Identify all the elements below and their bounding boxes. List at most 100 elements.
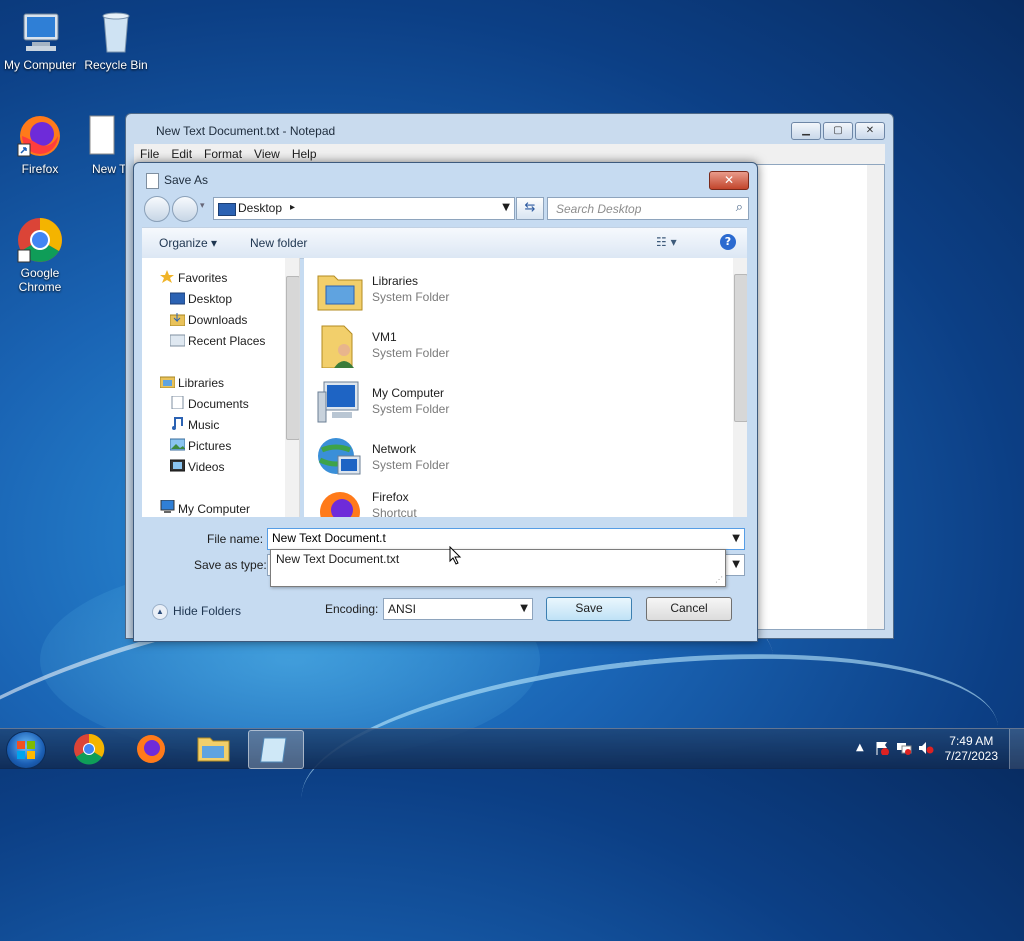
- nav-favorites[interactable]: Favorites: [178, 271, 227, 285]
- cancel-button[interactable]: Cancel: [646, 597, 732, 621]
- computer-icon: [16, 8, 64, 56]
- chevron-down-icon: ▼: [520, 603, 528, 614]
- star-icon: [160, 270, 174, 283]
- firefox-icon: [320, 492, 360, 517]
- help-icon[interactable]: ?: [720, 234, 736, 250]
- menu-view[interactable]: View: [248, 144, 286, 161]
- recent-places-icon: [170, 334, 185, 347]
- search-icon: ⌕: [735, 200, 743, 215]
- desktop-icon-firefox[interactable]: Firefox: [0, 112, 80, 176]
- menu-format[interactable]: Format: [198, 144, 248, 161]
- nav-pictures[interactable]: Pictures: [188, 439, 231, 453]
- menu-edit[interactable]: Edit: [165, 144, 198, 161]
- nav-downloads[interactable]: Downloads: [188, 313, 247, 327]
- firefox-icon: [137, 735, 165, 763]
- save-as-type-label: Save as type:: [194, 558, 267, 572]
- chevron-down-icon[interactable]: ▼: [732, 559, 740, 570]
- taskbar-chrome[interactable]: [62, 730, 116, 767]
- notepad-icon: [146, 173, 159, 189]
- new-folder-button[interactable]: New folder: [250, 236, 307, 250]
- resize-grip-icon[interactable]: ⋰: [715, 575, 723, 584]
- nav-documents[interactable]: Documents: [188, 397, 249, 411]
- address-text: Desktop: [238, 201, 283, 215]
- file-list: Libraries System Folder VM1 System Folde…: [304, 258, 747, 517]
- nav-music[interactable]: Music: [188, 418, 219, 432]
- organize-button[interactable]: Organize ▾: [159, 236, 217, 250]
- start-button[interactable]: [6, 731, 46, 769]
- file-item-vm1[interactable]: VM1 System Folder: [316, 322, 696, 372]
- show-hidden-icons-button[interactable]: ▲: [856, 742, 864, 753]
- action-center-icon[interactable]: [874, 741, 890, 755]
- nav-libraries[interactable]: Libraries: [178, 376, 224, 390]
- save-button[interactable]: Save: [546, 597, 632, 621]
- downloads-icon: [170, 313, 185, 326]
- breadcrumb-arrow-icon[interactable]: ▸: [290, 202, 295, 213]
- desktop-icon: [170, 292, 185, 305]
- forward-button[interactable]: [172, 196, 198, 222]
- file-name-label: File name:: [207, 532, 264, 546]
- taskbar-firefox[interactable]: [124, 730, 178, 767]
- show-desktop-button[interactable]: [1009, 729, 1024, 769]
- system-tray: ▲ 7:49 AM 7/27/2023: [844, 729, 1024, 769]
- recycle-bin-icon: [92, 8, 140, 56]
- close-button[interactable]: ✕: [709, 171, 749, 190]
- mouse-cursor-icon: [449, 546, 462, 565]
- search-placeholder: Search Desktop: [556, 202, 642, 216]
- desktop-icon-my-computer[interactable]: My Computer: [0, 8, 80, 72]
- hide-folders-button[interactable]: ▲ Hide Folders: [152, 604, 241, 620]
- file-item-network[interactable]: Network System Folder: [316, 434, 696, 484]
- file-item-libraries[interactable]: Libraries System Folder: [316, 266, 696, 316]
- nav-my-computer[interactable]: My Computer: [178, 502, 250, 516]
- file-list-scrollbar[interactable]: [733, 258, 747, 517]
- change-view-button[interactable]: ☷ ▾: [656, 235, 677, 249]
- libraries-icon: [160, 376, 175, 388]
- scroll-thumb[interactable]: [286, 276, 299, 440]
- notepad-title: New Text Document.txt - Notepad: [156, 124, 336, 138]
- notepad-scrollbar[interactable]: [867, 165, 884, 629]
- firefox-icon: [16, 112, 64, 160]
- taskbar: ▲ 7:49 AM 7/27/2023: [0, 728, 1024, 769]
- nav-videos[interactable]: Videos: [188, 460, 224, 474]
- scroll-thumb[interactable]: [734, 274, 747, 422]
- windows-logo-icon: [17, 741, 35, 759]
- file-name-input[interactable]: [268, 529, 716, 547]
- address-bar[interactable]: Desktop ▸ ▼: [213, 197, 515, 220]
- desktop-icon-recycle-bin[interactable]: Recycle Bin: [76, 8, 156, 72]
- refresh-button[interactable]: ⇆: [516, 197, 544, 220]
- close-button[interactable]: ✕: [855, 122, 885, 140]
- search-input[interactable]: Search Desktop ⌕: [547, 197, 749, 220]
- desktop-icon-new-text-document[interactable]: New Text Document: [76, 112, 128, 176]
- network-icon[interactable]: [896, 741, 912, 755]
- nav-recent-places[interactable]: Recent Places: [188, 334, 265, 348]
- file-item-my-computer[interactable]: My Computer System Folder: [316, 378, 696, 428]
- notepad-menubar: File Edit Format View Help: [134, 144, 885, 164]
- maximize-button[interactable]: ▢: [823, 122, 853, 140]
- autocomplete-option[interactable]: New Text Document.txt: [276, 552, 399, 566]
- back-button[interactable]: [144, 196, 170, 222]
- folder-icon: [197, 737, 230, 762]
- navigation-pane: Favorites Desktop Downloads Recent Place…: [142, 258, 300, 517]
- menu-help[interactable]: Help: [286, 144, 323, 161]
- user-folder-icon: [321, 325, 354, 368]
- minimize-button[interactable]: ▁: [791, 122, 821, 140]
- clock[interactable]: 7:49 AM 7/27/2023: [945, 734, 998, 764]
- nav-desktop[interactable]: Desktop: [188, 292, 232, 306]
- clock-time: 7:49 AM: [949, 734, 994, 748]
- taskbar-explorer[interactable]: [186, 730, 240, 767]
- taskbar-notepad[interactable]: [248, 730, 304, 769]
- text-document-icon: [87, 112, 117, 160]
- music-icon: [172, 417, 183, 430]
- recent-locations-dropdown[interactable]: ▾: [200, 201, 205, 211]
- encoding-label: Encoding:: [325, 602, 379, 616]
- computer-icon: [160, 500, 175, 513]
- chevron-down-icon[interactable]: ▼: [732, 533, 740, 544]
- navigation-scrollbar[interactable]: [285, 258, 299, 517]
- chevron-down-icon[interactable]: ▼: [502, 202, 510, 213]
- desktop-icon-google-chrome[interactable]: Google Chrome: [0, 216, 80, 294]
- file-name-field[interactable]: ▼: [267, 528, 745, 550]
- volume-muted-icon[interactable]: [918, 741, 934, 755]
- chevron-up-icon: ▲: [152, 604, 168, 620]
- encoding-select[interactable]: ANSI ▼: [383, 598, 533, 620]
- file-item-firefox[interactable]: Firefox Shortcut: [316, 486, 696, 517]
- menu-file[interactable]: File: [134, 144, 165, 161]
